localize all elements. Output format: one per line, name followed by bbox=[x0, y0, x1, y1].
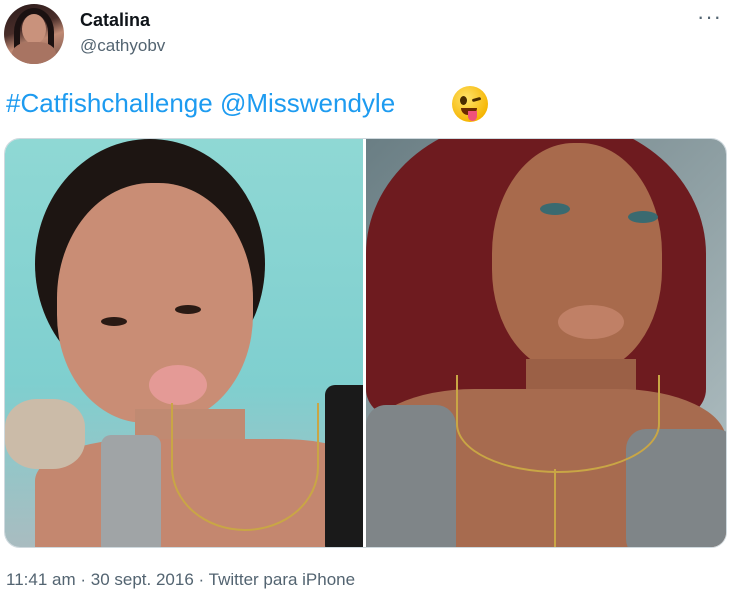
tweet-date[interactable]: 30 sept. 2016 bbox=[91, 570, 194, 589]
author-handle[interactable]: @cathyobv bbox=[80, 36, 165, 56]
more-options-icon[interactable]: ··· bbox=[697, 4, 722, 30]
winking-face-with-tongue-icon bbox=[452, 86, 488, 122]
author-display-name[interactable]: Catalina bbox=[80, 10, 150, 31]
tweet-time[interactable]: 11:41 am bbox=[6, 570, 76, 589]
meta-separator: · bbox=[80, 570, 87, 589]
avatar-body bbox=[12, 42, 56, 64]
meta-separator: · bbox=[198, 570, 205, 589]
avatar[interactable] bbox=[4, 4, 64, 64]
tweet-meta: 11:41 am · 30 sept. 2016 · Twitter para … bbox=[6, 570, 355, 590]
avatar-face bbox=[22, 14, 46, 44]
tweet-source[interactable]: Twitter para iPhone bbox=[209, 570, 355, 589]
photo-left[interactable] bbox=[5, 139, 363, 547]
tweet-text: #Catfishchallenge @Misswendyle bbox=[6, 88, 395, 119]
mention-link[interactable]: @Misswendyle bbox=[220, 88, 395, 118]
hashtag-link[interactable]: #Catfishchallenge bbox=[6, 88, 213, 118]
photo-right[interactable] bbox=[366, 139, 726, 547]
media-grid bbox=[4, 138, 727, 548]
